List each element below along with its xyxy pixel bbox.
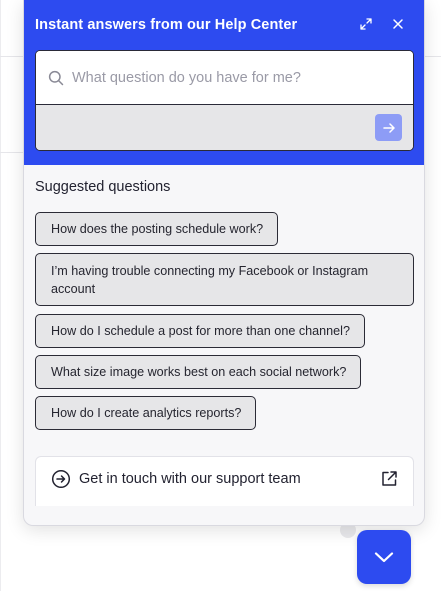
page-divider [0, 56, 24, 57]
search-box [35, 50, 414, 151]
contact-support-label: Get in touch with our support team [79, 471, 301, 487]
search-input[interactable] [72, 69, 392, 86]
expand-button[interactable] [357, 15, 375, 33]
expand-icon [360, 18, 372, 30]
suggested-question-chip[interactable]: How do I schedule a post for more than o… [35, 314, 365, 348]
search-footer [36, 105, 413, 150]
widget-launcher-button[interactable] [357, 530, 411, 584]
external-link-icon [382, 471, 397, 486]
contact-support-link[interactable]: Get in touch with our support team [35, 456, 414, 506]
suggested-question-chip[interactable]: I’m having trouble connecting my Faceboo… [35, 253, 414, 306]
suggested-question-chip[interactable]: How does the posting schedule work? [35, 212, 279, 246]
suggested-question-chip[interactable]: How do I create analytics reports? [35, 396, 257, 430]
widget-title: Instant answers from our Help Center [35, 17, 298, 33]
arrow-right-icon [382, 122, 395, 133]
close-button[interactable] [389, 15, 407, 33]
widget-header: Instant answers from our Help Center [24, 0, 424, 165]
page-divider-right [424, 56, 441, 57]
page-divider [0, 152, 24, 153]
close-icon [393, 19, 403, 29]
arrow-circle-right-icon [51, 469, 71, 489]
page-left-border [0, 0, 1, 591]
search-icon [48, 70, 64, 85]
search-row [36, 51, 413, 105]
suggested-questions-title: Suggested questions [35, 179, 171, 195]
suggested-question-chip[interactable]: What size image works best on each socia… [35, 355, 362, 389]
send-button[interactable] [375, 114, 402, 141]
help-center-widget: Instant answers from our Help Center Wha… [23, 0, 425, 526]
chevron-down-icon [374, 552, 394, 563]
